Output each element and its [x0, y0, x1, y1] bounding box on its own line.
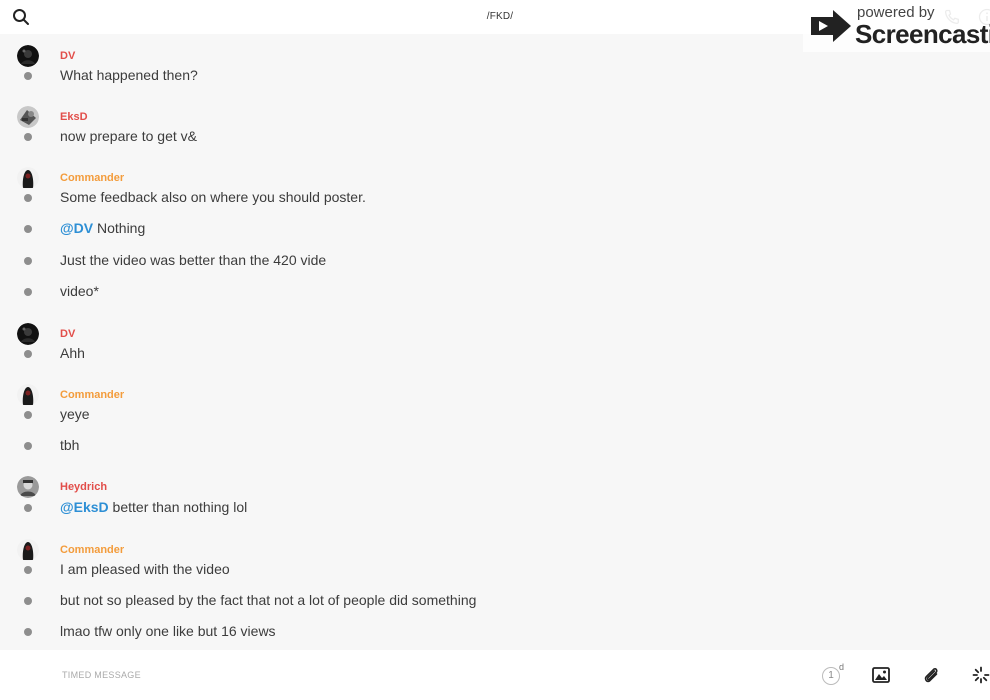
message-text: Some feedback also on where you should p…	[60, 189, 366, 205]
avatar[interactable]	[17, 323, 39, 345]
timer-button[interactable]: 1 d	[822, 662, 846, 687]
message-text: Ahh	[60, 345, 85, 361]
bullet-icon	[24, 133, 32, 141]
timer-value: 1	[822, 667, 840, 685]
message-author[interactable]: EksD	[60, 111, 88, 123]
message-text: What happened then?	[60, 67, 198, 83]
list-item[interactable]: I am pleased with the video	[0, 559, 700, 583]
image-icon[interactable]	[872, 667, 890, 683]
avatar[interactable]	[17, 45, 39, 67]
list-item[interactable]: tbh	[0, 435, 700, 459]
timer-unit: d	[839, 662, 845, 672]
list-item[interactable]: @DV Nothing	[0, 218, 700, 242]
list-item[interactable]: Just the video was better than the 420 v…	[0, 250, 700, 274]
bullet-icon	[24, 504, 32, 512]
list-item[interactable]: but not so pleased by the fact that not …	[0, 590, 700, 614]
bullet-icon	[24, 411, 32, 419]
bullet-icon	[24, 288, 32, 296]
bullet-icon	[24, 257, 32, 265]
message-author[interactable]: Commander	[60, 544, 124, 556]
bullet-icon	[24, 566, 32, 574]
message-text-rest: Nothing	[93, 220, 146, 236]
avatar[interactable]	[17, 384, 39, 406]
list-item[interactable]: yeye	[0, 404, 700, 428]
bullet-icon	[24, 225, 32, 233]
avatar[interactable]	[17, 476, 39, 498]
message-text: yeye	[60, 406, 90, 422]
message-text: but not so pleased by the fact that not …	[60, 592, 477, 608]
list-item[interactable]: Some feedback also on where you should p…	[0, 187, 700, 211]
message-input[interactable]	[62, 665, 762, 685]
list-item[interactable]: lmao tfw only one like but 16 views	[0, 621, 700, 645]
message-author[interactable]: Heydrich	[60, 481, 107, 493]
avatar[interactable]	[17, 167, 39, 189]
mention-link[interactable]: @DV	[60, 220, 93, 236]
message-author[interactable]: Commander	[60, 389, 124, 401]
bullet-icon	[24, 442, 32, 450]
mention-link[interactable]: @EksD	[60, 499, 109, 515]
message-author[interactable]: Commander	[60, 172, 124, 184]
message-text: lmao tfw only one like but 16 views	[60, 623, 276, 639]
list-item[interactable]: Ahh	[0, 343, 700, 367]
message-list: DV What happened then? EksD now prepare …	[0, 34, 990, 650]
list-item[interactable]: What happened then?	[0, 65, 700, 89]
message-text: tbh	[60, 437, 80, 453]
message-author[interactable]: DV	[60, 50, 75, 62]
list-item[interactable]: @EksD better than nothing lol	[0, 497, 700, 521]
message-text: Just the video was better than the 420 v…	[60, 252, 327, 268]
bullet-icon	[24, 597, 32, 605]
message-text: @EksD better than nothing lol	[60, 499, 247, 515]
list-item[interactable]: video*	[0, 281, 700, 305]
bullet-icon	[24, 72, 32, 80]
avatar[interactable]	[17, 106, 39, 128]
spinner-icon[interactable]	[972, 666, 990, 684]
message-text: @DV Nothing	[60, 220, 145, 236]
paperclip-icon[interactable]	[922, 666, 940, 684]
bullet-icon	[24, 194, 32, 202]
bullet-icon	[24, 628, 32, 636]
message-text-rest: better than nothing lol	[108, 499, 248, 515]
message-text: I am pleased with the video	[60, 561, 230, 577]
avatar[interactable]	[17, 539, 39, 561]
message-author[interactable]: DV	[60, 328, 75, 340]
list-item[interactable]: now prepare to get v&	[0, 126, 700, 150]
message-text: now prepare to get v&	[60, 128, 197, 144]
message-text: video*	[60, 283, 99, 299]
bullet-icon	[24, 350, 32, 358]
